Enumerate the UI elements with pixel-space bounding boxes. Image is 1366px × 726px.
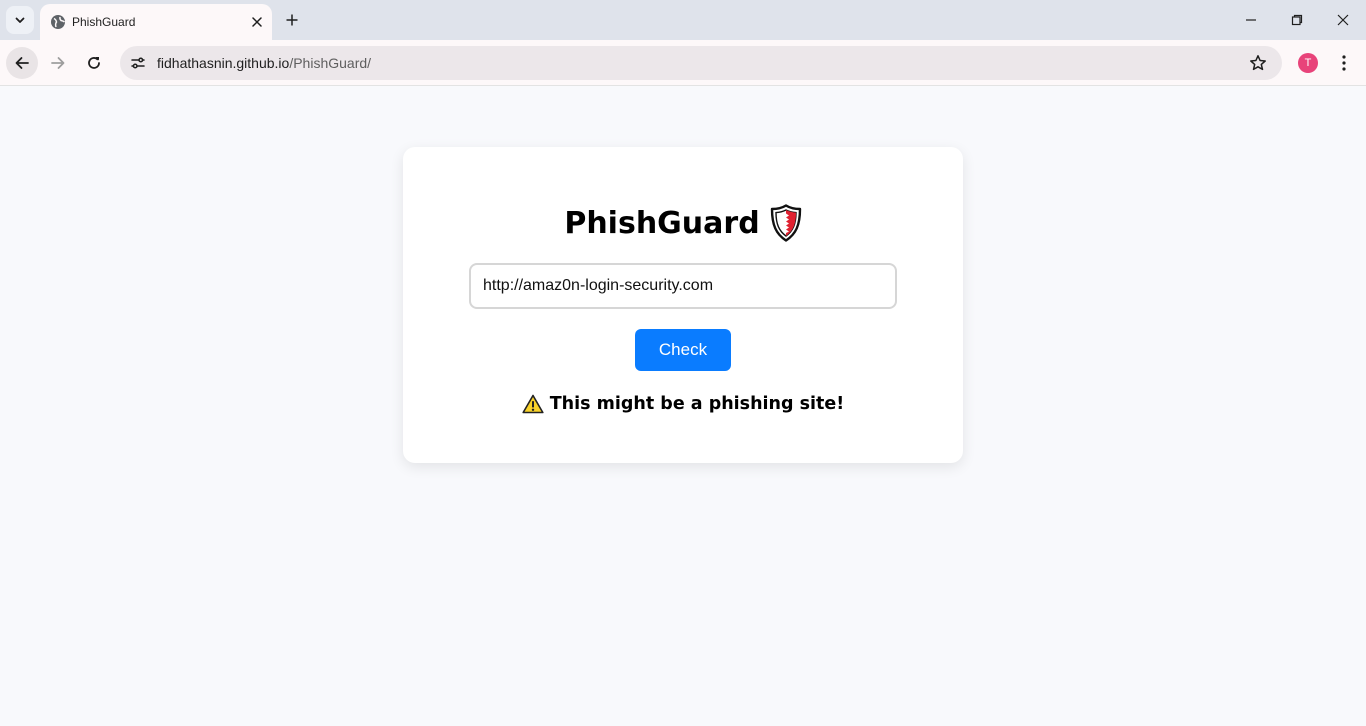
tab-title: PhishGuard <box>72 15 136 29</box>
restore-button[interactable] <box>1285 8 1309 32</box>
phishguard-card: PhishGuard Check This might be a phishin… <box>403 147 963 463</box>
globe-icon <box>51 15 66 29</box>
url-path: /PhishGuard/ <box>289 55 372 71</box>
new-tab-button[interactable] <box>282 10 302 30</box>
chevron-down-icon <box>15 17 25 23</box>
more-vert-icon <box>1342 55 1346 71</box>
arrow-left-icon <box>15 57 29 69</box>
check-button[interactable]: Check <box>635 329 731 371</box>
reload-button[interactable] <box>78 47 110 79</box>
close-icon <box>1337 14 1349 26</box>
warning-icon <box>522 394 544 414</box>
browser-menu-button[interactable] <box>1334 52 1354 74</box>
url-text: fidhathasnin.github.io/PhishGuard/ <box>157 55 371 71</box>
browser-tab[interactable]: PhishGuard <box>40 4 272 40</box>
address-bar[interactable]: fidhathasnin.github.io/PhishGuard/ <box>120 46 1282 80</box>
tab-search-button[interactable] <box>6 6 34 34</box>
bookmark-button[interactable] <box>1248 53 1268 73</box>
close-window-button[interactable] <box>1331 8 1355 32</box>
browser-toolbar: fidhathasnin.github.io/PhishGuard/ T <box>0 40 1366 86</box>
minimize-button[interactable] <box>1239 8 1263 32</box>
result-message: This might be a phishing site! <box>403 391 963 417</box>
restore-icon <box>1291 14 1303 26</box>
result-text: This might be a phishing site! <box>549 394 845 414</box>
arrow-right-icon <box>51 57 65 69</box>
page-title: PhishGuard <box>564 205 760 241</box>
tab-strip: PhishGuard <box>0 0 1366 40</box>
site-info-button[interactable] <box>126 51 150 75</box>
page-content: PhishGuard Check This might be a phishin… <box>0 87 1366 726</box>
plus-icon <box>286 14 298 26</box>
back-button[interactable] <box>6 47 38 79</box>
minimize-icon <box>1246 19 1256 21</box>
close-icon <box>252 17 262 27</box>
shield-icon <box>770 204 801 242</box>
title-row: PhishGuard <box>403 201 963 245</box>
tune-icon <box>131 57 145 69</box>
tab-close-button[interactable] <box>248 13 266 31</box>
profile-avatar[interactable]: T <box>1298 53 1318 73</box>
url-input[interactable] <box>469 263 897 309</box>
url-host: fidhathasnin.github.io <box>157 55 290 71</box>
reload-icon <box>88 57 100 69</box>
forward-button[interactable] <box>42 47 74 79</box>
star-icon <box>1250 55 1266 71</box>
